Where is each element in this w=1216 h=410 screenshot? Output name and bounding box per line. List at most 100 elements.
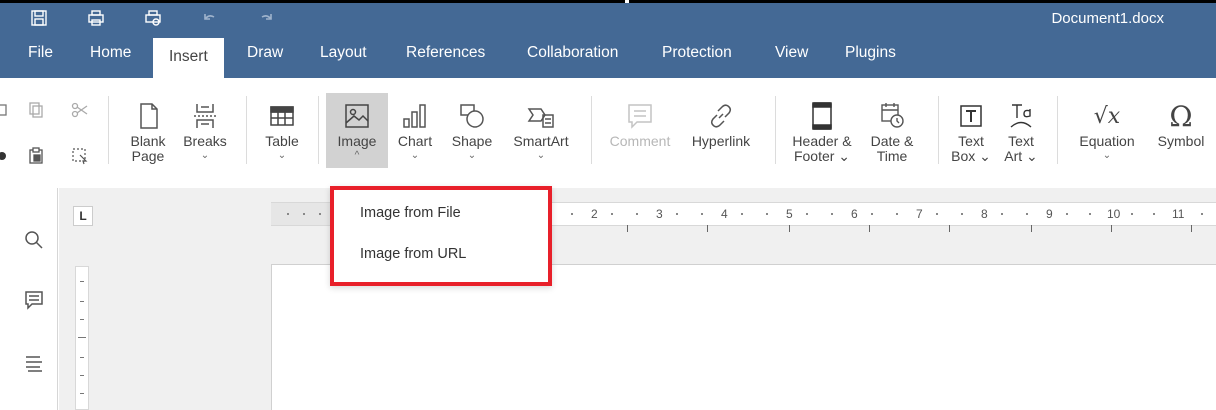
text-art-button[interactable]: Text Art ⌄ (1001, 100, 1041, 164)
document-title: Document1.docx (1051, 10, 1164, 27)
shape-icon (456, 100, 488, 132)
copy-icon[interactable] (26, 100, 46, 120)
ruler-dot (1001, 213, 1003, 215)
insert-ribbon: Blank Page Breaks ⌄ Table ⌄ Image ^ Char… (0, 78, 1216, 188)
hyperlink-label: Hyperlink (691, 133, 751, 149)
chart-icon (399, 100, 431, 132)
table-icon (266, 100, 298, 132)
separator (938, 96, 939, 164)
menu-bar: File Home Insert Draw Layout References … (0, 33, 1216, 78)
ruler-label: 3 (656, 207, 663, 221)
ruler-tick (707, 225, 708, 232)
separator (318, 96, 319, 164)
ruler-label: 6 (851, 207, 858, 221)
text-box-button[interactable]: Text Box ⌄ (951, 100, 991, 164)
smartart-label: SmartArt (513, 133, 569, 149)
tab-references[interactable]: References (406, 44, 485, 62)
header-footer-label-1: Header & (792, 133, 852, 149)
tab-file[interactable]: File (28, 44, 53, 62)
breaks-label: Breaks (183, 133, 227, 149)
image-from-file-item[interactable]: Image from File (360, 205, 461, 221)
text-box-label-2: Box ⌄ (951, 148, 991, 164)
ruler-dot (319, 213, 321, 215)
image-dropdown-menu: Image from File Image from URL (330, 186, 552, 286)
ruler-label: 11 (1172, 207, 1185, 221)
ruler-tick (1031, 225, 1032, 232)
smartart-icon (525, 100, 557, 132)
paste-icon[interactable] (26, 146, 46, 166)
tab-protection[interactable]: Protection (662, 44, 732, 62)
tab-home[interactable]: Home (90, 44, 131, 62)
cut-icon[interactable] (70, 100, 90, 120)
undo-icon[interactable] (198, 8, 220, 28)
ruler-label: 5 (786, 207, 793, 221)
blank-page-icon (132, 100, 164, 132)
separator (591, 96, 592, 164)
tab-stop-selector[interactable]: L (73, 206, 93, 226)
ruler-margin (271, 203, 331, 225)
ruler-dash (80, 319, 84, 320)
ruler-dot (1153, 213, 1155, 215)
tab-plugins[interactable]: Plugins (845, 44, 896, 62)
image-chevron: ^ (354, 150, 360, 161)
header-footer-icon (806, 100, 838, 132)
date-time-button[interactable]: Date & Time (866, 100, 918, 164)
ruler-label: 9 (1046, 207, 1053, 221)
ruler-tick (1111, 225, 1112, 232)
ruler-dot (701, 213, 703, 215)
ruler-dot (741, 213, 743, 215)
smartart-button[interactable]: SmartArt ⌄ (508, 100, 574, 162)
chart-label: Chart (397, 133, 433, 149)
select-all-icon[interactable] (70, 146, 90, 166)
comments-icon[interactable] (22, 288, 46, 312)
breaks-button[interactable]: Breaks ⌄ (180, 100, 230, 162)
tab-draw[interactable]: Draw (247, 44, 283, 62)
save-icon[interactable] (28, 8, 50, 28)
ruler-label: 10 (1107, 207, 1121, 221)
search-icon[interactable] (22, 228, 46, 252)
blank-page-label-2: Page (131, 148, 165, 164)
blank-page-button[interactable]: Blank Page (128, 100, 168, 164)
ruler-label: 8 (981, 207, 988, 221)
separator (1057, 96, 1058, 164)
print-icon[interactable] (85, 8, 107, 28)
title-bar: Document1.docx (0, 3, 1216, 33)
document-canvas: L 2 3 4 5 6 7 8 9 10 11 (59, 188, 1216, 410)
ruler-dot (831, 213, 833, 215)
omega-icon: Ω (1169, 99, 1193, 133)
date-time-icon (876, 100, 908, 132)
hyperlink-button[interactable]: Hyperlink (685, 100, 757, 149)
ruler-dash (78, 337, 86, 338)
navigation-icon[interactable] (22, 351, 46, 375)
chart-chevron: ⌄ (410, 150, 420, 161)
equation-button[interactable]: √x Equation ⌄ (1072, 100, 1142, 162)
ruler-dot (806, 213, 808, 215)
ruler-dot (871, 213, 873, 215)
blank-page-label-1: Blank (130, 133, 166, 149)
quick-print-icon[interactable] (142, 8, 164, 28)
ruler-dot (896, 213, 898, 215)
comment-button[interactable]: Comment (605, 100, 675, 149)
partial-dot-icon[interactable] (0, 146, 12, 166)
image-button[interactable]: Image ^ (326, 93, 388, 168)
ruler-dot (936, 213, 938, 215)
ruler-tick (627, 225, 628, 232)
symbol-button[interactable]: Ω Symbol (1152, 100, 1210, 149)
vertical-ruler[interactable] (75, 266, 89, 410)
header-footer-button[interactable]: Header & Footer ⌄ (788, 100, 856, 164)
partial-icon[interactable] (0, 100, 12, 120)
shape-chevron: ⌄ (467, 150, 477, 161)
table-button[interactable]: Table ⌄ (262, 100, 302, 162)
ruler-dot (1089, 213, 1091, 215)
ruler-dash (80, 393, 84, 394)
tab-layout[interactable]: Layout (320, 44, 367, 62)
image-icon (341, 100, 373, 132)
tab-view[interactable]: View (775, 44, 808, 62)
shape-label: Shape (451, 133, 493, 149)
redo-icon[interactable] (256, 8, 278, 28)
tab-insert[interactable]: Insert (153, 38, 224, 78)
chart-button[interactable]: Chart ⌄ (393, 100, 437, 162)
shape-button[interactable]: Shape ⌄ (448, 100, 496, 162)
image-from-url-item[interactable]: Image from URL (360, 246, 466, 262)
tab-collaboration[interactable]: Collaboration (527, 44, 618, 62)
